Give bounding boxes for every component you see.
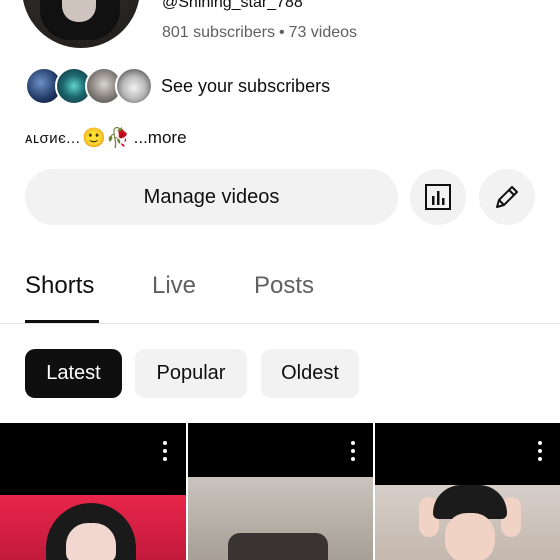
short-thumbnail-1[interactable]: [0, 423, 186, 560]
more-options-icon[interactable]: [538, 441, 542, 461]
bio-emoji: 🙂🥀: [82, 128, 130, 149]
thumbnail-object: [228, 533, 328, 560]
thumbnail-person-face: [66, 523, 116, 560]
bio-text: ᴀʟσиє...: [25, 129, 81, 147]
manage-videos-button[interactable]: Manage videos: [25, 169, 398, 225]
subscriber-count: 801 subscribers: [162, 24, 275, 41]
video-count: 73 videos: [288, 24, 358, 41]
tab-shorts[interactable]: Shorts: [25, 272, 94, 300]
channel-tabs: Shorts Live Posts: [0, 258, 560, 324]
channel-bio[interactable]: ᴀʟσиє... 🙂🥀 ...more: [25, 126, 187, 150]
thumbnail-person-face: [445, 513, 495, 560]
active-tab-indicator: [25, 320, 99, 323]
filter-chip-oldest[interactable]: Oldest: [261, 349, 359, 398]
see-subscribers-link[interactable]: See your subscribers: [161, 76, 330, 97]
stats-separator: •: [278, 24, 285, 41]
bio-more-link[interactable]: ...more: [134, 128, 187, 148]
channel-handle: @Shining_star_788: [162, 0, 303, 11]
short-thumbnail-3[interactable]: [375, 423, 560, 560]
filter-chip-latest[interactable]: Latest: [25, 349, 122, 398]
more-options-icon[interactable]: [163, 441, 167, 461]
bar-chart-icon: [425, 184, 451, 210]
more-options-icon[interactable]: [351, 441, 355, 461]
subscriber-avatar-4: [115, 67, 153, 105]
channel-stats: 801 subscribers • 73 videos: [162, 24, 357, 42]
filter-chip-popular[interactable]: Popular: [135, 349, 247, 398]
tab-live[interactable]: Live: [152, 272, 196, 300]
channel-avatar[interactable]: [22, 0, 140, 48]
short-thumbnail-2[interactable]: [188, 423, 373, 560]
tab-posts[interactable]: Posts: [254, 272, 314, 300]
analytics-button[interactable]: [410, 169, 466, 225]
see-subscribers-row[interactable]: See your subscribers: [25, 66, 330, 106]
edit-channel-button[interactable]: [479, 169, 535, 225]
subscriber-avatars: [25, 66, 153, 106]
pencil-icon: [496, 186, 518, 208]
